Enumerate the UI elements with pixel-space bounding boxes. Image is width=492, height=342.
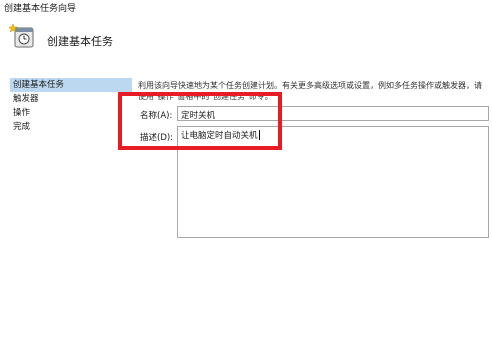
nav-step-create-task[interactable]: 创建基本任务 [10, 78, 132, 92]
text-caret [258, 130, 260, 140]
description-value: 让电脑定时自动关机 [181, 131, 258, 141]
window-title: 创建基本任务向导 [4, 4, 77, 14]
title-bar: 创建基本任务向导 [0, 0, 492, 14]
name-input[interactable]: 定时关机 [177, 106, 489, 121]
task-scheduler-icon [9, 23, 34, 48]
name-value: 定时关机 [181, 111, 216, 121]
wizard-content: 利用该向导快速地为某个任务创建计划。有关更多高级选项或设置，例如多任务操作或触发… [138, 78, 492, 342]
name-label: 名称(A): [140, 111, 173, 121]
intro-text: 利用该向导快速地为某个任务创建计划。有关更多高级选项或设置，例如多任务操作或触发… [138, 81, 482, 101]
wizard-steps-nav: 创建基本任务 触发器 操作 完成 [10, 78, 132, 134]
description-textarea[interactable]: 让电脑定时自动关机 [177, 126, 489, 238]
nav-step-action[interactable]: 操作 [10, 106, 132, 120]
nav-step-trigger[interactable]: 触发器 [10, 92, 132, 106]
wizard-header: 创建基本任务 [0, 14, 492, 70]
nav-step-finish[interactable]: 完成 [10, 120, 132, 134]
description-label: 描述(D): [140, 133, 174, 143]
page-title: 创建基本任务 [47, 35, 113, 48]
